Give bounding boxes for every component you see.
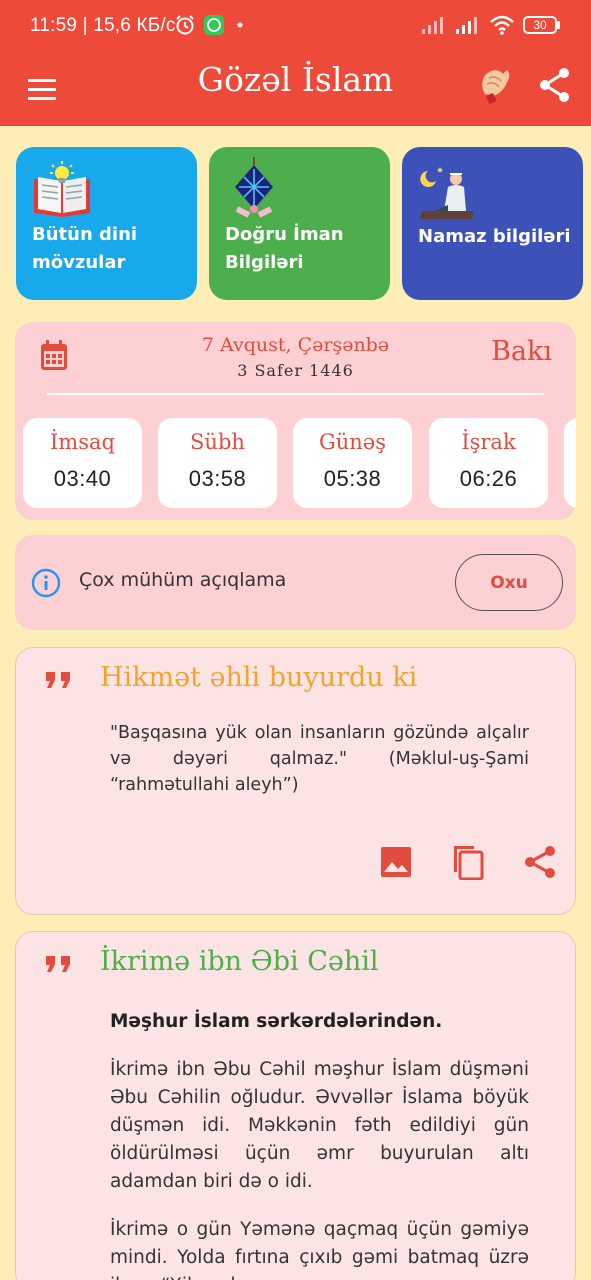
signal-icon	[456, 17, 477, 34]
quote-lead: Məşhur İslam sərkərdələrindən.	[110, 1011, 443, 1032]
prayer-time: 06:26	[459, 466, 518, 491]
prayer-time-gunes[interactable]: Günəş 05:38	[293, 418, 412, 508]
status-right-icons: 30	[421, 14, 561, 36]
category-label: Namaz bilgiləri	[418, 226, 571, 247]
signal-icon	[422, 17, 443, 34]
lantern-icon	[235, 157, 273, 218]
quote-title: İkrimə ibn Əbi Cəhil	[100, 946, 379, 977]
quote-card: Hikmət əhli buyurdu ki "Başqasına yük ol…	[15, 647, 576, 915]
quote-body: "Başqasına yük olan insanların gözündə a…	[110, 723, 529, 795]
share-icon[interactable]	[522, 844, 558, 880]
alarm-icon	[176, 15, 194, 35]
battery-icon: 30	[523, 15, 561, 35]
app-bar: Gözəl İslam	[0, 52, 591, 126]
prayer-time-imsaq[interactable]: İmsaq 03:40	[23, 418, 142, 508]
quote-body: Məşhur İslam sərkərdələrindən. İkrimə ib…	[110, 1008, 529, 1280]
wifi-icon	[490, 15, 514, 35]
divider	[47, 393, 544, 395]
status-bar: 11:59 | 15,6 КБ/с 30	[0, 0, 591, 52]
dua-hands-icon[interactable]	[476, 64, 518, 106]
quote-paragraph: İkrimə o gün Yəmənə qaçmaq üçün gəmiyə m…	[110, 1219, 529, 1280]
quote-icon	[46, 956, 70, 972]
notice-text: Çox mühüm açıqlama	[79, 569, 287, 591]
info-icon	[31, 568, 61, 598]
prayer-time: 03:40	[53, 466, 112, 491]
dot-icon	[237, 22, 243, 28]
status-time: 11:59 | 15,6 КБ/с	[30, 15, 176, 36]
image-icon[interactable]	[378, 844, 414, 880]
important-notice: Çox mühüm açıqlama Oxu	[15, 535, 576, 630]
prayer-times-card: 7 Avqust, Çərşənbə 3 Safer 1446 Bakı İms…	[15, 322, 576, 520]
quote-paragraph: İkrimə ibn Əbu Cəhil məşhur İslam düşmən…	[110, 1059, 529, 1192]
prayer-time: 03:58	[188, 466, 247, 491]
category-all-topics[interactable]: Bütün dini mövzular	[16, 147, 197, 300]
quote-icon	[46, 672, 70, 688]
category-label: Bütün dini mövzular	[32, 224, 138, 273]
prayer-name: İşrak	[461, 430, 516, 454]
category-label: Doğru İman Bilgiləri	[225, 224, 344, 273]
prayer-time: 05:38	[323, 466, 382, 491]
copy-icon[interactable]	[450, 844, 486, 880]
category-true-faith[interactable]: Doğru İman Bilgiləri	[209, 147, 390, 300]
share-icon[interactable]	[538, 66, 572, 104]
prayer-time-subh[interactable]: Sübh 03:58	[158, 418, 277, 508]
city-name[interactable]: Bakı	[491, 336, 552, 367]
category-prayer-info[interactable]: Namaz bilgiləri	[402, 147, 583, 300]
praying-man-icon	[420, 167, 474, 219]
battery-level: 30	[533, 18, 547, 32]
quote-title: Hikmət əhli buyurdu ki	[100, 662, 418, 693]
book-icon	[34, 161, 90, 217]
quote-card: İkrimə ibn Əbi Cəhil Məşhur İslam sərkər…	[15, 931, 576, 1280]
prayer-time-israk[interactable]: İşrak 06:26	[429, 418, 548, 508]
read-button[interactable]: Oxu	[455, 554, 563, 611]
prayer-time-next-partial[interactable]	[564, 418, 576, 508]
prayer-name: Sübh	[190, 430, 245, 454]
prayer-name: İmsaq	[50, 430, 115, 454]
prayer-name: Günəş	[318, 430, 387, 454]
whatsapp-icon	[204, 15, 224, 35]
